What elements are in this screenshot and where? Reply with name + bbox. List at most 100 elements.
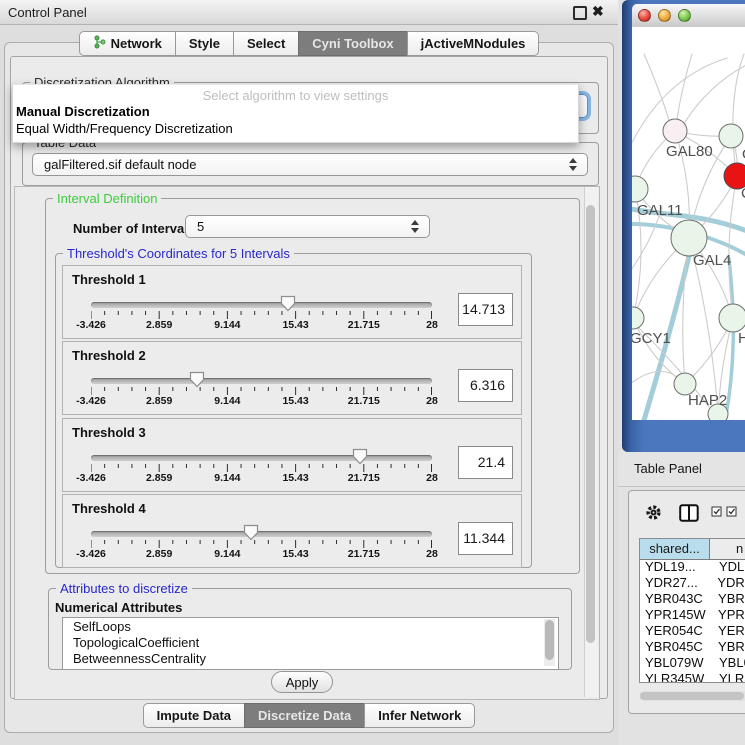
slider-thumb[interactable]	[352, 448, 368, 465]
slider-track[interactable]	[91, 455, 432, 461]
slider-tick-label: -3.426	[76, 548, 106, 560]
table-header: shared...n	[640, 539, 745, 560]
table-panel-title: Table Panel	[634, 461, 702, 476]
network-node-gal80[interactable]	[663, 119, 687, 143]
checkbox-icon[interactable]	[711, 504, 722, 522]
threshold-value-field[interactable]: 14.713	[458, 293, 513, 326]
table-row[interactable]: YBR045CYBR0	[640, 639, 745, 655]
slider-tick-label: 9.144	[214, 472, 240, 484]
cell-name: YDL1	[710, 559, 745, 575]
number-of-intervals-combo[interactable]: 5	[185, 215, 430, 238]
column-layout-icon[interactable]	[679, 504, 699, 527]
network-node-h[interactable]	[719, 304, 745, 332]
table-row[interactable]: YER054CYER0	[640, 623, 745, 639]
cell-name: YLR3	[710, 671, 745, 682]
slider-tick-label: 28	[426, 319, 438, 331]
tab-jactivemnodules[interactable]: jActiveMNodules	[407, 31, 540, 56]
settings-vertical-scrollbar-thumb[interactable]	[586, 205, 595, 643]
slider-thumb[interactable]	[189, 371, 205, 388]
network-node-label: H	[738, 330, 745, 347]
float-window-icon[interactable]	[573, 6, 587, 20]
tab-cyni-toolbox[interactable]: Cyni Toolbox	[298, 31, 407, 56]
slider-tick-label: 9.144	[214, 395, 240, 407]
tab-discretize-data[interactable]: Discretize Data	[244, 703, 365, 728]
network-node-gcy1[interactable]	[632, 307, 644, 329]
numerical-attributes-label: Numerical Attributes	[55, 600, 182, 615]
slider-tick-marks	[91, 464, 432, 473]
network-edge	[644, 54, 669, 120]
attributes-group-title: Attributes to discretize	[56, 581, 192, 596]
network-node-gal4[interactable]	[671, 220, 707, 256]
tab-select[interactable]: Select	[233, 31, 299, 56]
network-node-gal11[interactable]	[632, 176, 648, 202]
slider-tick-marks	[91, 540, 432, 549]
slider-tick-label: 15.43	[282, 395, 308, 407]
algorithm-popup-hint: Select algorithm to view settings	[13, 88, 578, 103]
threshold-value-field[interactable]: 6.316	[458, 369, 513, 402]
settings-gear-icon[interactable]	[645, 504, 662, 526]
attributes-list-scrollbar-thumb[interactable]	[545, 620, 554, 660]
slider-track[interactable]	[91, 378, 432, 384]
network-node-ga[interactable]	[719, 124, 743, 148]
cell-name: YDR2	[708, 575, 745, 591]
close-button[interactable]	[638, 9, 651, 22]
cell-shared-name: YDL19...	[640, 559, 710, 575]
table-horizontal-scrollbar-thumb[interactable]	[640, 692, 744, 700]
slider-tick-label: 28	[426, 548, 438, 560]
thresholds-group-title: Threshold's Coordinates for 5 Intervals	[63, 246, 294, 261]
slider-tick-marks	[91, 387, 432, 396]
number-of-intervals-label: Number of Intervals	[73, 221, 195, 236]
zoom-button[interactable]	[678, 9, 691, 22]
algorithm-option-manual-discretization[interactable]: Manual Discretization	[16, 104, 150, 119]
network-edge	[685, 63, 745, 122]
slider-tick-label: 15.43	[282, 548, 308, 560]
slider-tick-label: 9.144	[214, 319, 240, 331]
slider-tick-label: -3.426	[76, 472, 106, 484]
table-row[interactable]: YDR27...YDR2	[640, 575, 745, 591]
threshold-value-field[interactable]: 21.4	[458, 446, 513, 479]
attribute-item-betweennesscentrality[interactable]: BetweennessCentrality	[63, 650, 558, 666]
slider-thumb[interactable]	[243, 524, 259, 541]
slider-track[interactable]	[91, 531, 432, 537]
algorithm-popup: Select algorithm to view settings Manual…	[12, 84, 579, 143]
apply-button[interactable]: Apply	[271, 671, 333, 693]
attribute-item-topologicalcoefficient[interactable]: TopologicalCoefficient	[63, 634, 558, 650]
slider-tick-label: 15.43	[282, 472, 308, 484]
slider-thumb[interactable]	[280, 295, 296, 312]
table-row[interactable]: YBR043CYBR0	[640, 591, 745, 607]
minimize-button[interactable]	[658, 9, 671, 22]
tab-infer-network[interactable]: Infer Network	[364, 703, 475, 728]
cell-name: YBL0	[710, 655, 745, 671]
slider-tick-label: -3.426	[76, 319, 106, 331]
algorithm-option-equal-width-frequency-discretization[interactable]: Equal Width/Frequency Discretization	[16, 121, 233, 136]
threshold-value-field[interactable]: 11.344	[458, 522, 513, 555]
network-node-label: GAL11	[637, 202, 683, 219]
cell-shared-name: YBR045C	[640, 639, 709, 655]
table-row[interactable]: YLR345WYLR3	[640, 671, 745, 682]
interval-definition-title: Interval Definition	[53, 191, 161, 206]
column-header-2[interactable]: n	[710, 539, 745, 559]
table-data-combo-value: galFiltered.sif default node	[44, 157, 196, 172]
table-data-combo[interactable]: galFiltered.sif default node	[32, 153, 588, 176]
attribute-item-selfloops[interactable]: SelfLoops	[63, 618, 558, 634]
table-row[interactable]: YPR145WYPR1	[640, 607, 745, 623]
cell-name: YER0	[709, 623, 745, 639]
network-node-label: GAL80	[666, 143, 713, 160]
tab-style[interactable]: Style	[175, 31, 234, 56]
threshold-label: Threshold 1	[72, 272, 146, 287]
slider-tick-label: 21.715	[348, 319, 380, 331]
column-header-1[interactable]: shared...	[640, 539, 710, 559]
slider-track[interactable]	[91, 302, 432, 308]
top-tab-bar: NetworkStyleSelectCyni ToolboxjActiveMNo…	[0, 31, 618, 56]
tab-network[interactable]: Network	[79, 31, 176, 56]
combo-arrows-icon	[569, 158, 579, 171]
close-icon[interactable]: ✖	[592, 3, 604, 20]
tab-impute-data[interactable]: Impute Data	[143, 703, 245, 728]
network-canvas[interactable]: GAL80GACGAL11GAL4GCY1HHAP2	[632, 27, 745, 420]
network-node-label: C	[741, 185, 745, 202]
threshold-panel-1: Threshold 1-3.4262.8599.14415.4321.71528…	[62, 265, 522, 339]
table-row[interactable]: YDL19...YDL1	[640, 559, 745, 575]
checkbox-icon[interactable]	[726, 504, 737, 522]
cell-shared-name: YDR27...	[640, 575, 708, 591]
table-row[interactable]: YBL079WYBL0	[640, 655, 745, 671]
